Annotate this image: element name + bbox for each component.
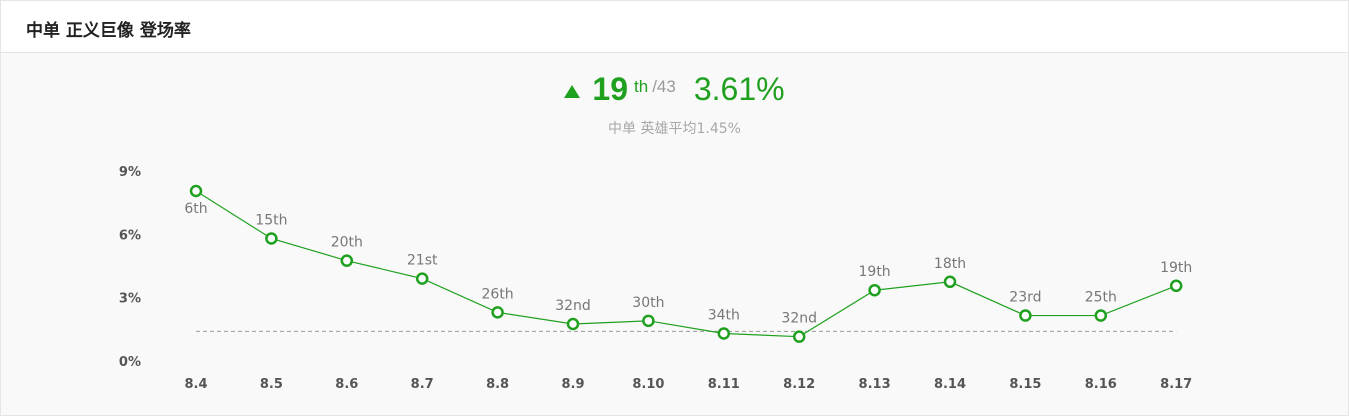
x-tick-label: 8.7 [411,377,434,392]
x-tick-label: 8.16 [1085,377,1117,392]
data-point [717,327,731,340]
data-label: 23rd [1009,290,1041,306]
data-label: 30th [632,295,664,311]
x-tick-label: 8.8 [486,377,509,392]
x-tick-label: 8.17 [1160,377,1192,392]
data-label: 6th [184,201,207,217]
data-point [265,232,278,245]
data-point [189,184,203,198]
data-point [1094,309,1108,322]
data-label: 34th [708,308,740,324]
x-tick-label: 8.5 [260,377,283,392]
data-label: 32nd [781,311,817,327]
x-tick-label: 8.12 [783,377,815,392]
x-tick-label: 8.6 [335,377,358,392]
x-tick-label: 8.11 [708,377,740,392]
usage-rate-card: 中单 正义巨像 登场率 19th/43 3.61% 中单 英雄平均1.45% 0%… [0,0,1349,416]
y-tick-label: 0% [119,355,141,370]
data-label: 32nd [555,298,591,314]
data-point [415,272,429,285]
data-label: 20th [331,235,363,251]
data-label: 19th [1160,260,1192,276]
x-tick-label: 8.4 [184,377,207,392]
data-point [642,314,655,328]
usage-rate-line-chart: 0% 3% 6% 9% 8.4 8.5 8.6 8.7 8.8 8.9 8.10 8.11 8.12 8.… [119,165,1192,392]
x-tick-label: 8.10 [632,377,664,392]
x-tick-label: 8.15 [1009,377,1041,392]
data-point [1019,309,1032,322]
data-point [868,283,881,297]
data-label: 15th [255,213,287,229]
data-point [943,275,957,289]
data-label: 21st [407,253,438,269]
data-label: 18th [934,256,966,272]
data-label: 26th [482,286,514,302]
data-point [1169,279,1183,293]
x-tick-label: 8.14 [934,377,966,392]
y-tick-label: 3% [119,292,141,307]
data-point [566,317,580,331]
data-point [340,254,354,267]
data-label: 19th [859,264,891,280]
x-tick-label: 8.9 [561,377,584,392]
data-point [491,306,504,319]
y-tick-label: 6% [119,228,141,243]
data-label: 25th [1085,290,1117,306]
data-point [792,330,806,343]
y-tick-label: 9% [119,165,141,180]
x-tick-label: 8.13 [859,377,891,392]
